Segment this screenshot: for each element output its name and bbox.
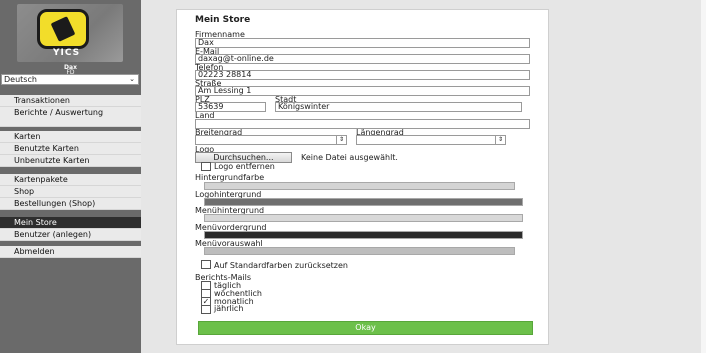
nav-item-shop[interactable]: Shop — [0, 186, 141, 198]
scrollbar-track[interactable] — [701, 0, 706, 353]
telefon-input[interactable]: 02223 28814 — [195, 70, 530, 80]
nav-item-berichte[interactable]: Berichte / Auswertung — [0, 107, 141, 127]
spin-arrows-icon[interactable]: ⇕ — [495, 136, 505, 144]
hintergrundfarbe-color-bar[interactable] — [204, 182, 515, 190]
menueauswahl-color-bar[interactable] — [204, 247, 515, 255]
laengengrad-stepper[interactable]: ⇕ — [356, 135, 506, 145]
page-title: Mein Store — [195, 15, 251, 25]
nav-item-karten[interactable]: Karten — [0, 131, 141, 143]
nav-group-logout: Abmelden — [0, 246, 141, 258]
logohintergrund-color-bar[interactable] — [204, 198, 523, 206]
sidebar: YICS Dax FD Deutsch ⌄ Transaktionen Beri… — [0, 0, 141, 353]
nav-item-abmelden[interactable]: Abmelden — [0, 246, 141, 258]
firmenname-input[interactable]: Dax — [195, 38, 530, 48]
nav-item-mein-store[interactable]: Mein Store — [0, 217, 141, 229]
nav-item-benutzte-karten[interactable]: Benutzte Karten — [0, 143, 141, 155]
store-logo: YICS — [17, 4, 123, 62]
report-yearly-label: jährlich — [214, 304, 244, 313]
hintergrundfarbe-label: Hintergrundfarbe — [195, 173, 265, 182]
language-value: Deutsch — [4, 75, 37, 84]
spin-arrows-icon[interactable]: ⇕ — [336, 136, 346, 144]
breitengrad-stepper[interactable]: ⇕ — [195, 135, 347, 145]
chevron-down-icon: ⌄ — [129, 75, 135, 83]
nav-item-benutzer[interactable]: Benutzer (anlegen) — [0, 229, 141, 241]
logo-badge — [37, 9, 89, 49]
reset-colors-label: Auf Standardfarben zurücksetzen — [214, 261, 348, 270]
nav-item-kartenpakete[interactable]: Kartenpakete — [0, 174, 141, 186]
email-input[interactable]: daxag@t-online.de — [195, 54, 530, 64]
nav-group-cards: Karten Benutzte Karten Unbenutzte Karten — [0, 131, 141, 167]
language-select[interactable]: Deutsch ⌄ — [1, 74, 139, 85]
reset-colors-checkbox[interactable] — [201, 260, 211, 269]
strasse-input[interactable]: Am Lessing 1 — [195, 86, 530, 96]
remove-logo-label: Logo entfernen — [214, 162, 275, 171]
nav-item-transaktionen[interactable]: Transaktionen — [0, 95, 141, 107]
stadt-input[interactable]: Königswinter — [275, 102, 522, 112]
okay-button[interactable]: Okay — [198, 321, 533, 335]
report-yearly-checkbox[interactable] — [201, 305, 211, 314]
remove-logo-checkbox[interactable] — [201, 162, 211, 171]
card-icon — [50, 16, 76, 42]
nav-group-transactions: Transaktionen Berichte / Auswertung — [0, 95, 141, 127]
store-form: Mein Store Firmenname Dax E-Mail daxag@t… — [176, 9, 549, 345]
no-file-text: Keine Datei ausgewählt. — [301, 153, 398, 162]
nav-item-unbenutzte-karten[interactable]: Unbenutzte Karten — [0, 155, 141, 167]
nav-item-bestellungen[interactable]: Bestellungen (Shop) — [0, 198, 141, 210]
menuehintergrund-color-bar[interactable] — [204, 214, 523, 222]
menuevordergrund-color-bar[interactable] — [204, 231, 523, 239]
nav-group-store: Mein Store Benutzer (anlegen) — [0, 217, 141, 241]
main-content: Mein Store Firmenname Dax E-Mail daxag@t… — [141, 0, 706, 353]
logo-text: YICS — [53, 48, 81, 58]
nav-group-shop: Kartenpakete Shop Bestellungen (Shop) — [0, 174, 141, 210]
